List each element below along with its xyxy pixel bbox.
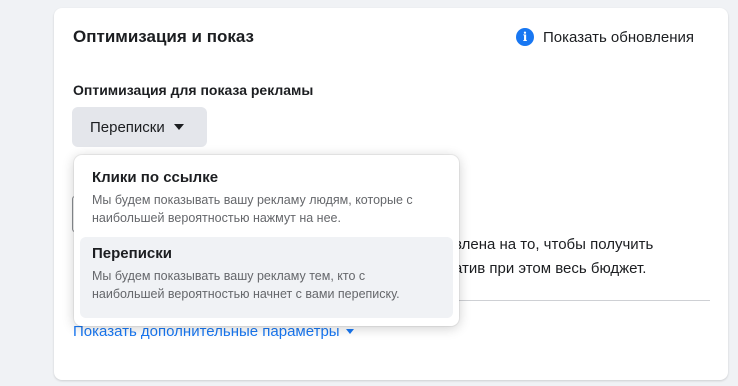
option-title: Переписки: [92, 245, 172, 262]
show-updates-label: Показать обновления: [543, 28, 694, 46]
menu-option-link-clicks[interactable]: Клики по ссылке Мы будем показывать вашу…: [80, 161, 453, 237]
caret-down-icon: [173, 124, 184, 130]
option-description: Мы будем показывать вашу рекламу тем, кт…: [92, 269, 400, 301]
menu-option-conversations[interactable]: Переписки Мы будем показывать вашу рекла…: [80, 237, 453, 318]
obscured-description-line: атив при этом весь бюджет.: [454, 260, 647, 277]
optimization-dropdown-menu: Клики по ссылке Мы будем показывать вашу…: [74, 155, 459, 326]
caret-down-icon: [345, 329, 354, 334]
show-updates-button[interactable]: i Показать обновления: [516, 28, 694, 46]
info-icon: i: [516, 28, 534, 46]
option-description: Мы будем показывать вашу рекламу людям, …: [92, 193, 413, 225]
obscured-description-line: влена на то, чтобы получить: [454, 236, 654, 253]
dropdown-selected-value: Переписки: [90, 118, 165, 136]
option-title: Клики по ссылке: [92, 169, 219, 186]
optimization-label: Оптимизация для показа рекламы: [73, 82, 314, 98]
optimization-dropdown[interactable]: Переписки: [72, 107, 207, 147]
obscured-description: влена на то, чтобы получить атив при это…: [454, 233, 724, 281]
section-title: Оптимизация и показ: [73, 27, 254, 46]
